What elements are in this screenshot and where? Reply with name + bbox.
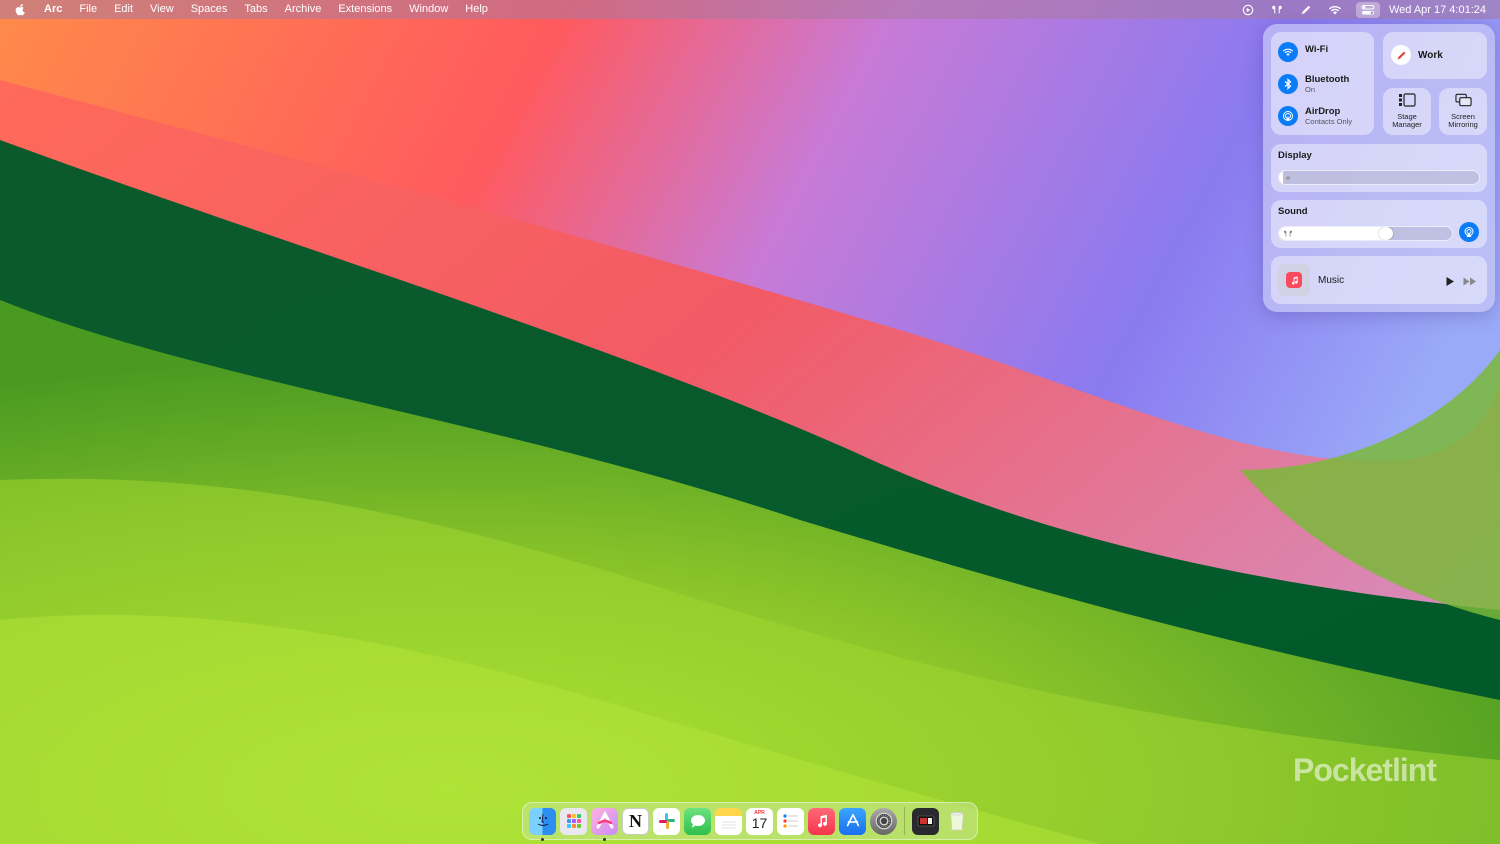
dock-app-notes[interactable] — [715, 807, 742, 835]
sound-label: Sound — [1278, 206, 1308, 217]
control-center-panel: Wi-Fi Bluetooth On AirDrop Contacts Only — [1263, 24, 1495, 312]
bluetooth-status: On — [1305, 85, 1316, 94]
music-label: Music — [1318, 275, 1345, 286]
volume-slider-fill — [1279, 227, 1386, 240]
menu-edit[interactable]: Edit — [114, 0, 133, 19]
connectivity-tile: Wi-Fi Bluetooth On AirDrop Contacts Only — [1271, 32, 1374, 135]
dock-app-arc[interactable] — [591, 807, 618, 841]
volume-slider-knob[interactable] — [1379, 227, 1393, 240]
airplay-icon — [1464, 227, 1474, 237]
dock-app-launchpad[interactable] — [560, 807, 587, 835]
menu-help[interactable]: Help — [465, 0, 488, 19]
slack-icon — [658, 813, 675, 829]
bluetooth-toggle[interactable]: Bluetooth On — [1278, 74, 1349, 94]
menu-view[interactable]: View — [150, 0, 174, 19]
menu-window[interactable]: Window — [409, 0, 448, 19]
menu-file[interactable]: File — [79, 0, 97, 19]
menu-bar: Arc File Edit View Spaces Tabs Archive E… — [0, 0, 1500, 19]
stage-manager-button[interactable]: Stage Manager — [1383, 88, 1431, 135]
dock-app-reminders[interactable] — [777, 807, 804, 835]
dock-app-slack[interactable] — [653, 807, 680, 835]
screen-mirroring-button[interactable]: Screen Mirroring — [1439, 88, 1487, 135]
finder-icon — [537, 813, 548, 826]
running-indicator — [541, 837, 544, 841]
airplay-audio-button[interactable] — [1459, 222, 1479, 242]
pen-icon[interactable] — [1298, 3, 1314, 17]
dock-separator — [904, 807, 905, 835]
menu-clock[interactable]: Wed Apr 17 4:01:24 — [1389, 4, 1486, 16]
menu-app-name[interactable]: Arc — [44, 0, 62, 19]
notion-icon: N — [629, 810, 642, 831]
dock-app-messages[interactable] — [684, 807, 711, 835]
screen-mirroring-label: Screen Mirroring — [1448, 112, 1478, 129]
wifi-icon[interactable] — [1278, 42, 1298, 62]
fast-forward-icon[interactable] — [1463, 274, 1477, 292]
screen-record-icon[interactable] — [1240, 3, 1256, 17]
watermark: Pocketlint — [1293, 752, 1437, 788]
stage-manager-label: Stage Manager — [1392, 112, 1422, 129]
dock-trash[interactable] — [943, 808, 970, 835]
display-label: Display — [1278, 150, 1312, 161]
messages-icon — [690, 815, 705, 828]
pen-icon — [1391, 45, 1411, 65]
dock: N APR 17 — [522, 802, 978, 841]
brightness-icon — [1284, 174, 1292, 182]
app-store-icon — [846, 813, 859, 827]
dock-recent-window[interactable] — [912, 807, 939, 835]
menu-extensions[interactable]: Extensions — [338, 0, 392, 19]
window-thumbnail-icon — [917, 815, 934, 827]
running-indicator — [603, 837, 606, 841]
now-playing-tile: Music — [1271, 256, 1487, 304]
dock-app-notion[interactable]: N — [622, 807, 649, 835]
trash-icon — [949, 812, 964, 831]
dock-app-calendar[interactable]: APR 17 — [746, 807, 773, 835]
bluetooth-icon[interactable] — [1278, 74, 1298, 94]
focus-tile[interactable]: Work — [1383, 32, 1487, 79]
menu-tabs[interactable]: Tabs — [244, 0, 267, 19]
focus-label: Work — [1418, 49, 1443, 61]
airpods-icon — [1284, 230, 1292, 237]
calendar-day: 17 — [751, 814, 768, 831]
airdrop-icon[interactable] — [1278, 106, 1298, 126]
play-icon[interactable] — [1445, 274, 1455, 292]
airpods-icon[interactable] — [1269, 3, 1285, 17]
music-note-icon — [1286, 272, 1302, 288]
music-icon — [817, 814, 827, 828]
airdrop-toggle[interactable]: AirDrop Contacts Only — [1278, 106, 1352, 126]
stage-manager-icon — [1383, 93, 1431, 107]
wifi-label: Wi-Fi — [1305, 43, 1329, 55]
airdrop-label: AirDrop — [1305, 106, 1341, 117]
control-center-icon[interactable] — [1355, 1, 1380, 18]
notes-icon — [721, 821, 736, 829]
screen-mirroring-icon — [1439, 93, 1487, 107]
wifi-icon[interactable] — [1327, 3, 1343, 17]
wifi-toggle[interactable]: Wi-Fi — [1278, 42, 1328, 62]
apple-icon[interactable] — [14, 3, 28, 17]
arc-browser-icon — [596, 811, 613, 829]
volume-slider[interactable] — [1278, 226, 1453, 241]
display-brightness-slider[interactable] — [1278, 170, 1480, 185]
dock-app-app-store[interactable] — [839, 807, 866, 835]
launchpad-icon — [566, 814, 581, 828]
sound-tile: Sound — [1271, 200, 1487, 248]
menu-archive[interactable]: Archive — [285, 0, 322, 19]
dock-app-finder[interactable] — [529, 807, 556, 841]
menu-spaces[interactable]: Spaces — [191, 0, 228, 19]
gear-icon — [875, 812, 892, 830]
dock-app-music[interactable] — [808, 807, 835, 835]
display-tile: Display — [1271, 144, 1487, 192]
airdrop-status: Contacts Only — [1305, 117, 1353, 126]
dock-app-system-settings[interactable] — [870, 807, 897, 835]
bluetooth-label: Bluetooth — [1305, 74, 1350, 85]
music-artwork[interactable] — [1278, 264, 1310, 296]
reminders-icon — [782, 814, 798, 828]
